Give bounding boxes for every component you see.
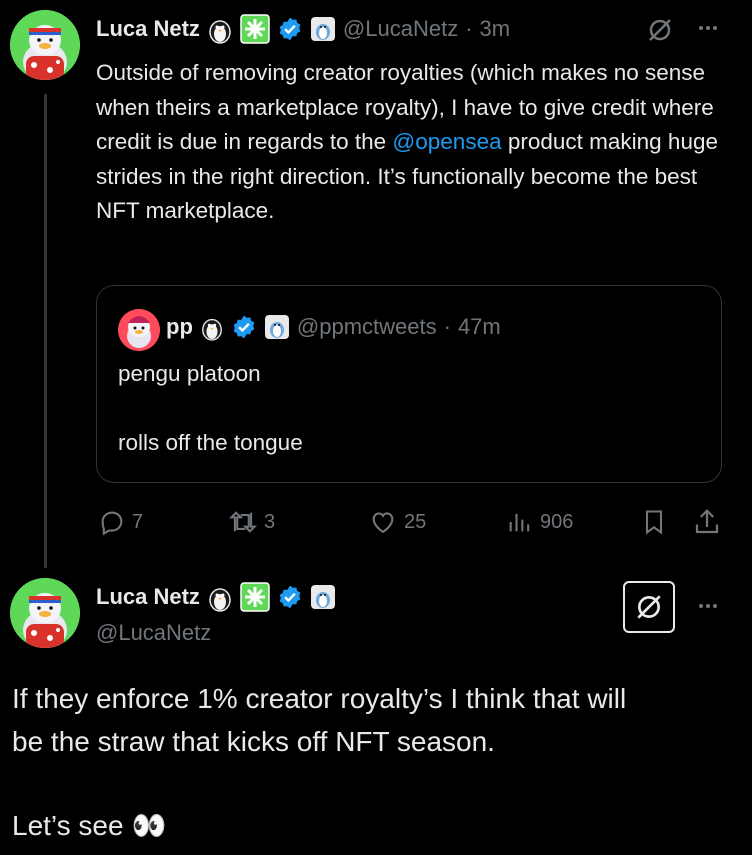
grok-icon: [637, 595, 661, 619]
verified-badge-icon: [279, 17, 301, 41]
repost-button[interactable]: 3: [228, 508, 275, 536]
share-icon[interactable]: [692, 507, 722, 537]
verified-badge-icon: [233, 315, 255, 339]
reply-icon: [101, 511, 123, 536]
thread-line: [44, 94, 47, 568]
reply-avatar[interactable]: [10, 578, 80, 648]
verified-badge-icon: [279, 585, 301, 609]
reply-header: Luca Netz: [96, 582, 336, 612]
grok-button[interactable]: [623, 581, 675, 633]
affiliate-badge-icon: [310, 585, 335, 609]
views-button[interactable]: 906: [506, 508, 573, 536]
penguin-badge-icon: [209, 20, 231, 44]
tweet-header: Luca Netz @LucaNetz · 3m: [96, 14, 510, 44]
views-icon: [509, 513, 530, 532]
penguin-badge-icon: [209, 588, 231, 612]
asterisk-badge-icon: [240, 14, 270, 44]
reply-handle[interactable]: @LucaNetz: [96, 620, 211, 646]
quote-timestamp[interactable]: 47m: [458, 314, 501, 340]
reply-line-3-text: Let’s see: [12, 810, 124, 841]
quote-line-2: rolls off the tongue: [118, 430, 303, 455]
asterisk-badge-icon: [240, 582, 270, 612]
grok-icon[interactable]: [646, 16, 674, 44]
avatar[interactable]: [10, 10, 80, 80]
reply-line-3: Let’s see 👀: [12, 805, 166, 847]
reply-count: 7: [132, 510, 144, 533]
mention-link[interactable]: @opensea: [392, 129, 501, 154]
reply-button[interactable]: 7: [98, 508, 143, 536]
tweet-body: Outside of removing creator royalties (w…: [96, 56, 726, 229]
repost-icon: [228, 511, 258, 533]
penguin-badge-icon: [201, 318, 222, 341]
reply-author-name[interactable]: Luca Netz: [96, 584, 200, 610]
affiliate-badge-icon: [264, 315, 289, 339]
more-icon[interactable]: [694, 14, 722, 42]
author-name[interactable]: Luca Netz: [96, 16, 200, 42]
like-count: 25: [404, 510, 427, 533]
affiliate-badge-icon: [310, 17, 335, 41]
quote-avatar[interactable]: [118, 309, 160, 351]
penguin-avatar-icon: [10, 578, 80, 648]
quote-line-1: pengu platoon: [118, 361, 261, 386]
reply-line-2: be the straw that kicks off NFT season.: [12, 726, 495, 757]
eyes-emoji: 👀: [131, 810, 167, 841]
separator: ·: [465, 16, 473, 41]
views-count: 906: [540, 510, 574, 533]
more-icon[interactable]: [694, 592, 722, 620]
bookmark-icon[interactable]: [640, 508, 668, 536]
quote-author-name[interactable]: pp: [166, 314, 193, 340]
quote-header: pp @ppmctweets · 47m: [166, 313, 501, 341]
repost-count: 3: [264, 510, 276, 533]
separator: ·: [443, 314, 451, 339]
author-handle[interactable]: @LucaNetz: [343, 16, 458, 42]
timestamp[interactable]: 3m: [480, 16, 511, 42]
like-icon: [372, 512, 394, 534]
like-button[interactable]: 25: [368, 508, 426, 536]
penguin-avatar-icon: [10, 10, 80, 80]
quote-avatar-icon: [118, 309, 160, 351]
quote-handle[interactable]: @ppmctweets: [297, 314, 437, 340]
reply-line-1: If they enforce 1% creator royalty’s I t…: [12, 683, 627, 714]
